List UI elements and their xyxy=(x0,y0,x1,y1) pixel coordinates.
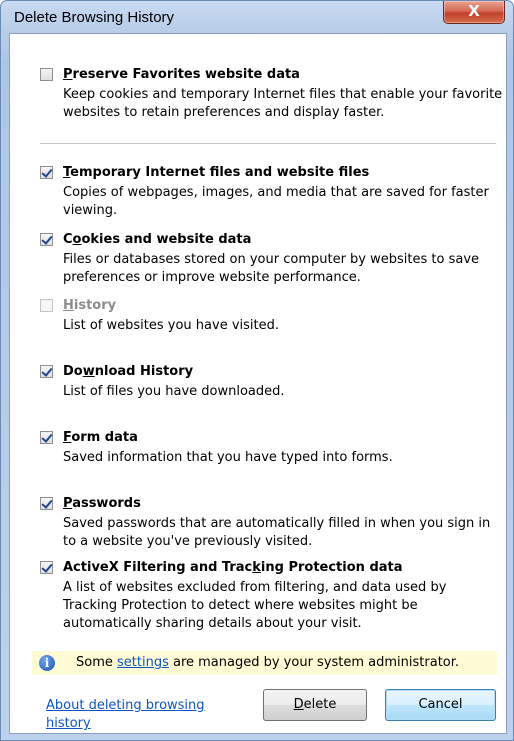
admin-info-text: Some settings are managed by your system… xyxy=(76,655,460,670)
info-icon: i xyxy=(39,655,55,671)
settings-link[interactable]: settings xyxy=(117,655,169,670)
passwords-description: Saved passwords that are automatically f… xyxy=(63,516,491,549)
preserve-favorites-checkbox[interactable] xyxy=(40,68,53,81)
cancel-button[interactable]: Cancel xyxy=(385,689,496,721)
activex-description: A list of websites excluded from filteri… xyxy=(63,580,447,631)
download-history-description: List of files you have downloaded. xyxy=(63,384,285,399)
close-icon: X xyxy=(468,2,480,20)
history-checkbox xyxy=(40,299,53,312)
admin-info-bar: i Some settings are managed by your syst… xyxy=(32,651,497,675)
form-data-description: Saved information that you have typed in… xyxy=(63,450,393,465)
delete-browsing-history-dialog: Delete Browsing History X Preserve Favor… xyxy=(0,0,514,741)
window-title: Delete Browsing History xyxy=(14,9,175,26)
about-deleting-browsing-history-link[interactable]: About deleting browsing history xyxy=(46,697,236,733)
history-label: History xyxy=(63,298,117,313)
download-history-label[interactable]: Download History xyxy=(63,363,193,381)
passwords-label[interactable]: Passwords xyxy=(63,495,141,513)
cookies-description: Files or databases stored on your comput… xyxy=(63,252,480,285)
activex-label[interactable]: ActiveX Filtering and Tracking Protectio… xyxy=(63,559,403,577)
cookies-checkbox[interactable] xyxy=(40,233,53,246)
download-history-checkbox[interactable] xyxy=(40,365,53,378)
activex-checkbox[interactable] xyxy=(40,561,53,574)
dialog-content: Preserve Favorites website data Keep coo… xyxy=(9,33,507,734)
cookies-label[interactable]: Cookies and website data xyxy=(63,231,251,249)
temporary-files-label[interactable]: Temporary Internet files and website fil… xyxy=(63,164,369,182)
temporary-files-checkbox[interactable] xyxy=(40,166,53,179)
delete-button[interactable]: Delete xyxy=(263,689,367,721)
form-data-checkbox[interactable] xyxy=(40,431,53,444)
separator xyxy=(40,143,496,144)
form-data-label[interactable]: Form data xyxy=(63,429,138,447)
preserve-favorites-description: Keep cookies and temporary Internet file… xyxy=(63,87,503,120)
temporary-files-description: Copies of webpages, images, and media th… xyxy=(63,185,489,218)
preserve-favorites-label[interactable]: Preserve Favorites website data xyxy=(63,66,300,84)
passwords-checkbox[interactable] xyxy=(40,497,53,510)
history-description: List of websites you have visited. xyxy=(63,318,280,333)
close-button[interactable]: X xyxy=(443,1,505,24)
title-bar: Delete Browsing History X xyxy=(1,1,513,33)
